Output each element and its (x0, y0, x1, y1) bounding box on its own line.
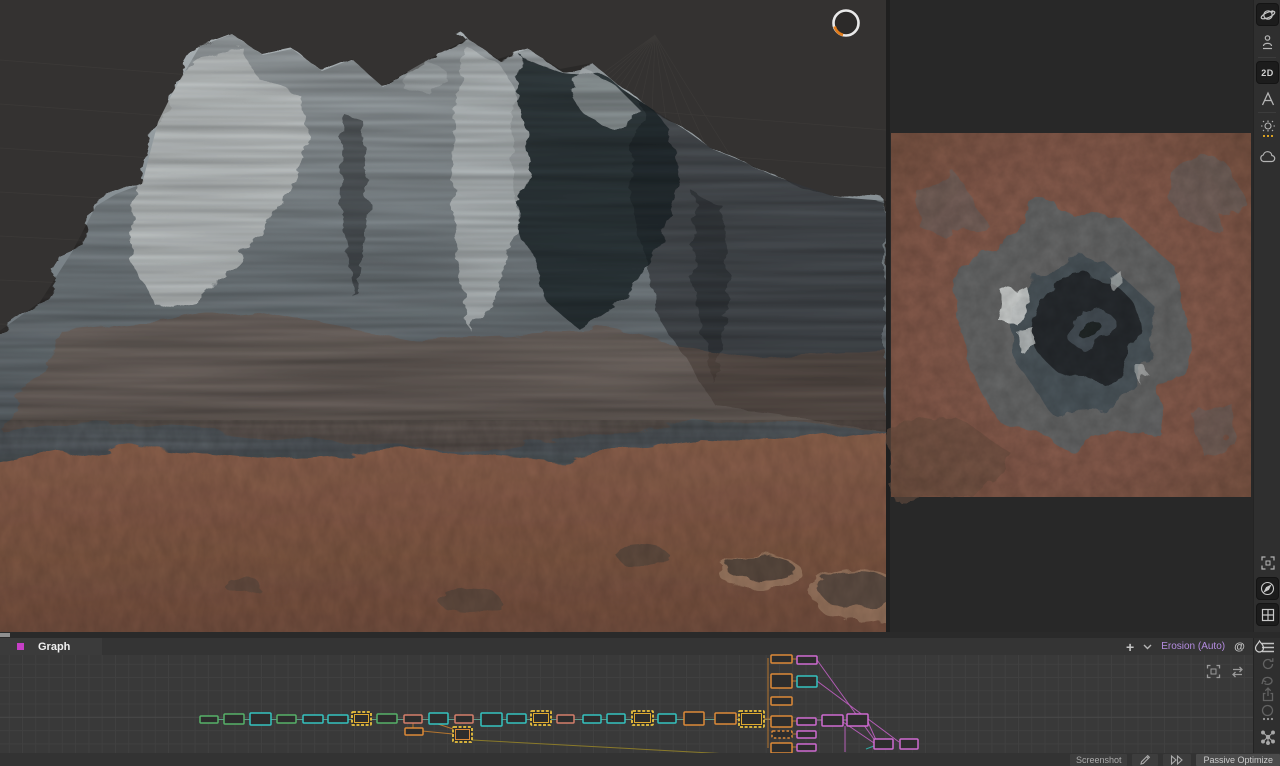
graph-node[interactable] (249, 712, 272, 726)
graph-node[interactable] (714, 712, 737, 725)
graph-node[interactable] (899, 738, 919, 750)
graph-node[interactable] (376, 713, 398, 724)
graph-node[interactable] (771, 730, 793, 739)
network-icon[interactable] (1257, 726, 1278, 747)
graph-node[interactable] (796, 743, 817, 752)
screenshot-label: Screenshot (1075, 754, 1122, 765)
sun-icon[interactable] (1257, 118, 1278, 139)
frame-crop-icon[interactable] (1257, 552, 1278, 573)
graph-node[interactable] (428, 712, 449, 725)
graph-toolbar: + Erosion (Auto) @ (1126, 638, 1265, 655)
graph-wires (200, 658, 900, 757)
graph-node[interactable] (480, 712, 503, 727)
graph-node[interactable] (770, 715, 793, 728)
graph-tab-label: Graph (38, 640, 71, 653)
graph-node[interactable] (606, 713, 626, 724)
graph-node[interactable] (556, 714, 575, 724)
flame-icon[interactable] (1254, 639, 1265, 653)
splitter-grip[interactable] (0, 633, 10, 637)
graph-node[interactable] (873, 738, 894, 750)
graph-node[interactable] (683, 711, 705, 726)
footer-bar: Screenshot Passive Optimize (0, 753, 1280, 766)
graph-node[interactable] (302, 714, 324, 724)
graph-node[interactable] (770, 673, 793, 689)
graph-node[interactable] (770, 742, 793, 754)
graph-header (0, 638, 1253, 655)
graph-node[interactable] (770, 654, 793, 664)
terrain-2d-render (891, 133, 1251, 497)
pencil-icon (1140, 754, 1151, 765)
mode-2d-toggle[interactable]: 2D (1257, 62, 1278, 83)
annotate-button[interactable] (1132, 753, 1159, 766)
graph-node[interactable] (796, 675, 818, 688)
terrain-app-window: 2D Graph + Erosion (Auto) @ Screenshot P… (0, 0, 1280, 766)
graph-grid (0, 655, 1253, 753)
cloud-icon[interactable] (1257, 146, 1278, 167)
graph-node[interactable] (796, 730, 817, 739)
fast-forward-button[interactable] (1163, 753, 1192, 766)
graph-node[interactable] (796, 717, 817, 726)
grid-quad-icon[interactable] (1257, 604, 1278, 625)
graph-node[interactable] (821, 714, 844, 727)
passive-optimize-button[interactable]: Passive Optimize (1196, 753, 1280, 766)
graph-node[interactable] (404, 727, 424, 736)
compass-icon[interactable] (1257, 578, 1278, 599)
screenshot-button[interactable]: Screenshot (1069, 753, 1128, 766)
mention-button[interactable]: @ (1234, 641, 1245, 653)
mode-2d-label: 2D (1261, 67, 1274, 78)
graph-node[interactable] (223, 713, 245, 725)
node-graph-canvas[interactable] (0, 654, 1253, 757)
swap-direction-icon[interactable] (1229, 665, 1245, 678)
chevron-down-icon[interactable] (1143, 644, 1152, 650)
fit-view-icon[interactable] (1205, 663, 1221, 679)
graph-node[interactable] (657, 713, 677, 724)
progress-spinner (832, 9, 860, 37)
fast-forward-icon (1171, 754, 1184, 765)
graph-node[interactable] (327, 714, 349, 724)
preset-selector[interactable]: Erosion (Auto) (1161, 641, 1225, 652)
sun-accent-dots (1262, 134, 1273, 137)
terrain-3d-render (0, 0, 1071, 701)
add-node-button[interactable]: + (1126, 640, 1134, 654)
graph-node[interactable] (582, 714, 602, 724)
graph-node[interactable] (506, 713, 527, 724)
graph-node[interactable] (770, 696, 793, 706)
graph-node[interactable] (276, 714, 297, 724)
graph-tab-accent (17, 643, 24, 650)
viewport-3d[interactable] (0, 0, 1071, 701)
passive-optimize-label: Passive Optimize (1203, 754, 1273, 765)
walk-camera-icon[interactable] (1257, 31, 1278, 52)
graph-node[interactable] (846, 713, 869, 727)
ellipsis-icon[interactable] (1257, 714, 1278, 724)
graph-node[interactable] (199, 715, 219, 724)
a-frame-icon[interactable] (1257, 88, 1278, 109)
tab-graph[interactable]: Graph (0, 638, 102, 655)
graph-node[interactable] (454, 714, 474, 724)
orbit-camera-icon[interactable] (1257, 4, 1278, 25)
graph-node[interactable] (403, 714, 423, 724)
preview-2d-view[interactable] (891, 133, 1251, 497)
graph-node[interactable] (796, 655, 818, 665)
